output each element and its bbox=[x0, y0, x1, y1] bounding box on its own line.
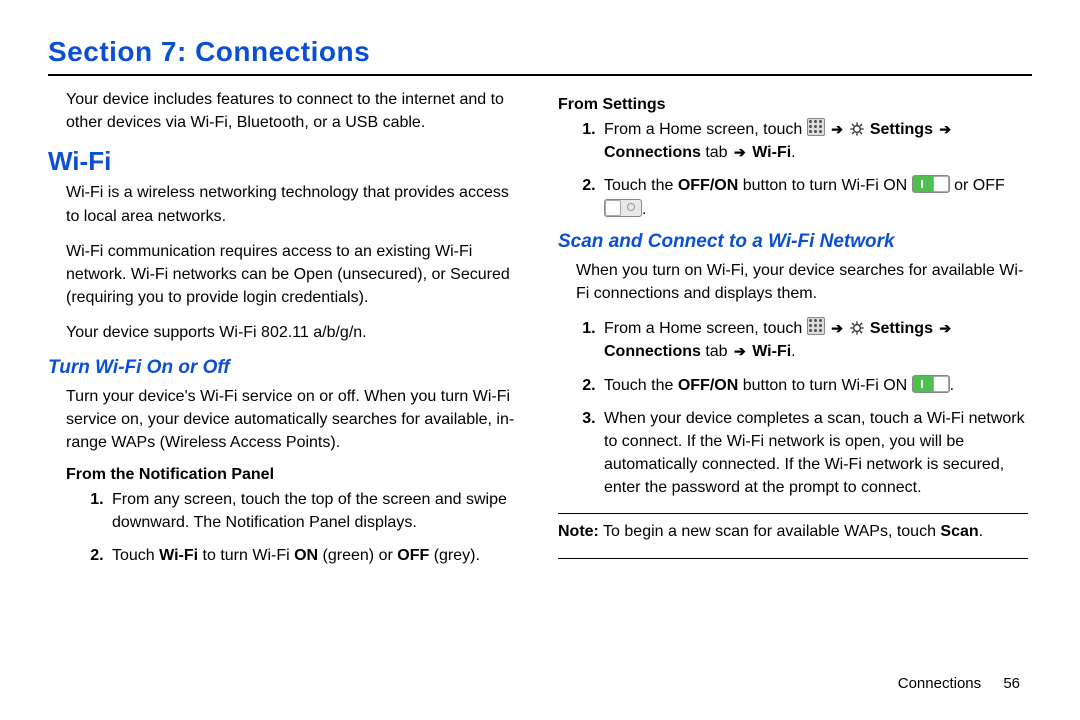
text-bold: Scan bbox=[940, 523, 978, 540]
from-settings-steps: From a Home screen, touch ➔ Settings ➔ C… bbox=[558, 118, 1028, 221]
wifi-heading: Wi-Fi bbox=[48, 146, 518, 177]
text: (green) or bbox=[318, 547, 397, 564]
left-column: Your device includes features to connect… bbox=[48, 88, 518, 578]
apps-icon bbox=[807, 317, 825, 335]
list-item: Touch Wi-Fi to turn Wi-Fi ON (green) or … bbox=[108, 544, 518, 567]
text-bold: Connections bbox=[604, 343, 701, 360]
text: From a Home screen, touch bbox=[604, 121, 807, 138]
text: or OFF bbox=[954, 177, 1005, 194]
text: Touch the bbox=[604, 377, 678, 394]
note-divider-bottom bbox=[558, 558, 1028, 559]
text-bold: OFF bbox=[397, 547, 429, 564]
footer-page-number: 56 bbox=[1003, 675, 1020, 692]
text: (grey). bbox=[429, 547, 480, 564]
arrow-icon: ➔ bbox=[734, 341, 746, 361]
notification-panel-heading: From the Notification Panel bbox=[66, 466, 518, 484]
list-item: When your device completes a scan, touch… bbox=[600, 407, 1028, 500]
text-bold: ON bbox=[294, 547, 318, 564]
text-bold: Wi-Fi bbox=[748, 144, 791, 161]
list-item: From any screen, touch the top of the sc… bbox=[108, 488, 518, 534]
section-title: Section 7: Connections bbox=[48, 36, 1032, 68]
note-text: Note: To begin a new scan for available … bbox=[558, 520, 1028, 543]
text-bold: Note: bbox=[558, 523, 599, 540]
text: Touch bbox=[112, 547, 159, 564]
wifi-desc-3: Your device supports Wi-Fi 802.11 a/b/g/… bbox=[48, 321, 518, 344]
right-column: From Settings From a Home screen, touch … bbox=[558, 88, 1028, 578]
two-column-layout: Your device includes features to connect… bbox=[48, 88, 1032, 578]
scan-connect-desc: When you turn on Wi-Fi, your device sear… bbox=[558, 259, 1028, 305]
arrow-icon: ➔ bbox=[831, 318, 843, 338]
text: To begin a new scan for available WAPs, … bbox=[599, 523, 941, 540]
list-item: Touch the OFF/ON button to turn Wi-Fi ON… bbox=[600, 174, 1028, 220]
text-bold: Wi-Fi bbox=[748, 343, 791, 360]
arrow-icon: ➔ bbox=[939, 318, 951, 338]
note-divider-top bbox=[558, 513, 1028, 514]
wifi-desc-1: Wi-Fi is a wireless networking technolog… bbox=[48, 181, 518, 227]
text-bold: OFF/ON bbox=[678, 177, 738, 194]
text: tab bbox=[701, 343, 732, 360]
page-footer: Connections 56 bbox=[898, 675, 1020, 692]
list-item: From a Home screen, touch ➔ Settings ➔ C… bbox=[600, 118, 1028, 164]
text: tab bbox=[701, 144, 732, 161]
intro-paragraph: Your device includes features to connect… bbox=[48, 88, 518, 134]
text-bold: Settings bbox=[870, 320, 938, 337]
title-divider bbox=[48, 74, 1032, 76]
arrow-icon: ➔ bbox=[939, 119, 951, 139]
text: button to turn Wi-Fi ON bbox=[738, 377, 911, 394]
text-bold: OFF/ON bbox=[678, 377, 738, 394]
arrow-icon: ➔ bbox=[734, 142, 746, 162]
gear-icon bbox=[849, 320, 865, 336]
apps-icon bbox=[807, 118, 825, 136]
text: button to turn Wi-Fi ON bbox=[738, 177, 911, 194]
list-item: From a Home screen, touch ➔ Settings ➔ C… bbox=[600, 317, 1028, 363]
turn-wifi-heading: Turn Wi-Fi On or Off bbox=[48, 357, 518, 379]
text-bold: Connections bbox=[604, 144, 701, 161]
scan-connect-heading: Scan and Connect to a Wi-Fi Network bbox=[558, 231, 1028, 253]
gear-icon bbox=[849, 121, 865, 137]
from-settings-heading: From Settings bbox=[558, 96, 1028, 114]
turn-wifi-desc: Turn your device's Wi-Fi service on or o… bbox=[48, 385, 518, 455]
text-bold: Settings bbox=[870, 121, 938, 138]
text: to turn Wi-Fi bbox=[198, 547, 294, 564]
text-bold: Wi-Fi bbox=[159, 547, 198, 564]
scan-connect-steps: From a Home screen, touch ➔ Settings ➔ C… bbox=[558, 317, 1028, 499]
arrow-icon: ➔ bbox=[831, 119, 843, 139]
wifi-desc-2: Wi-Fi communication requires access to a… bbox=[48, 240, 518, 310]
toggle-on-icon bbox=[912, 175, 950, 193]
footer-chapter: Connections bbox=[898, 675, 981, 692]
list-item: Touch the OFF/ON button to turn Wi-Fi ON… bbox=[600, 374, 1028, 397]
text: Touch the bbox=[604, 177, 678, 194]
toggle-on-icon bbox=[912, 375, 950, 393]
notification-panel-steps: From any screen, touch the top of the sc… bbox=[48, 488, 518, 568]
toggle-off-icon bbox=[604, 199, 642, 217]
text: From a Home screen, touch bbox=[604, 320, 807, 337]
